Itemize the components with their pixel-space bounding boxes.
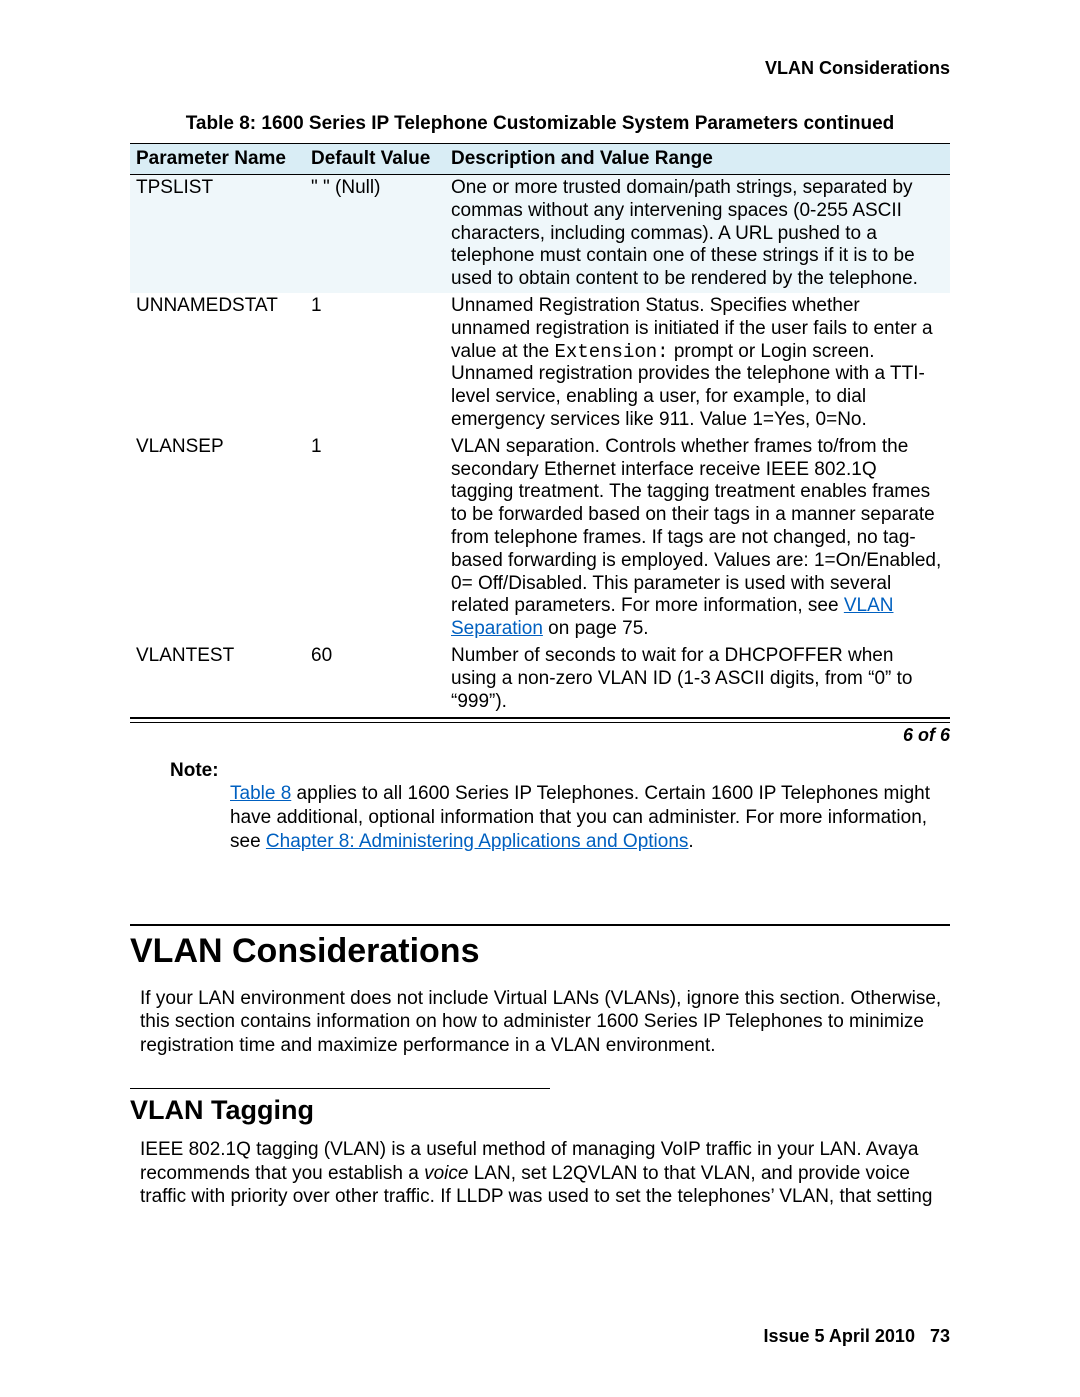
cell-desc: Unnamed Registration Status. Specifies w… (445, 293, 950, 434)
paragraph-vlan-considerations: If your LAN environment does not include… (140, 987, 950, 1058)
cell-default: 60 (305, 643, 445, 715)
cell-name: VLANTEST (130, 643, 305, 715)
cell-default: 1 (305, 293, 445, 434)
note-body: Table 8 applies to all 1600 Series IP Te… (230, 782, 950, 853)
cell-name: VLANSEP (130, 434, 305, 643)
col-header-default: Default Value (305, 144, 445, 175)
page-footer: Issue 5 April 2010 73 (764, 1326, 950, 1347)
running-head: VLAN Considerations (130, 58, 950, 79)
table-row: VLANTEST 60 Number of seconds to wait fo… (130, 643, 950, 715)
cell-desc-mono: Extension: (555, 341, 669, 363)
heading-vlan-tagging: VLAN Tagging (130, 1095, 950, 1126)
table-row: VLANSEP 1 VLAN separation. Controls whet… (130, 434, 950, 643)
link-chapter8[interactable]: Chapter 8: Administering Applications an… (266, 831, 688, 852)
col-header-desc: Description and Value Range (445, 144, 950, 175)
link-table8[interactable]: Table 8 (230, 783, 291, 804)
section-rule (130, 924, 950, 926)
subsection-rule (130, 1088, 550, 1089)
table-row: UNNAMEDSTAT 1 Unnamed Registration Statu… (130, 293, 950, 434)
cell-desc: One or more trusted domain/path strings,… (445, 175, 950, 293)
table-row: TPSLIST " " (Null) One or more trusted d… (130, 175, 950, 293)
table-caption: Table 8: 1600 Series IP Telephone Custom… (130, 113, 950, 135)
table-bottom-rule (130, 717, 950, 723)
cell-desc: Number of seconds to wait for a DHCPOFFE… (445, 643, 950, 715)
p2-italic: voice (424, 1163, 468, 1184)
page: VLAN Considerations Table 8: 1600 Series… (0, 0, 1080, 1397)
heading-vlan-considerations: VLAN Considerations (130, 932, 950, 971)
cell-desc: VLAN separation. Controls whether frames… (445, 434, 950, 643)
paragraph-vlan-tagging: IEEE 802.1Q tagging (VLAN) is a useful m… (140, 1138, 950, 1209)
table-pager: 6 of 6 (130, 725, 950, 746)
note-label: Note: (170, 760, 950, 782)
cell-desc-post: on page 75. (543, 618, 649, 639)
cell-default: " " (Null) (305, 175, 445, 293)
note-block: Note: Table 8 applies to all 1600 Series… (170, 760, 950, 853)
cell-name: TPSLIST (130, 175, 305, 293)
col-header-name: Parameter Name (130, 144, 305, 175)
note-text-end: . (688, 831, 693, 852)
cell-name: UNNAMEDSTAT (130, 293, 305, 434)
cell-desc-pre: VLAN separation. Controls whether frames… (451, 436, 941, 617)
cell-default: 1 (305, 434, 445, 643)
footer-page: 73 (930, 1326, 950, 1346)
parameters-table: Parameter Name Default Value Description… (130, 143, 950, 715)
footer-issue: Issue 5 April 2010 (764, 1326, 915, 1346)
